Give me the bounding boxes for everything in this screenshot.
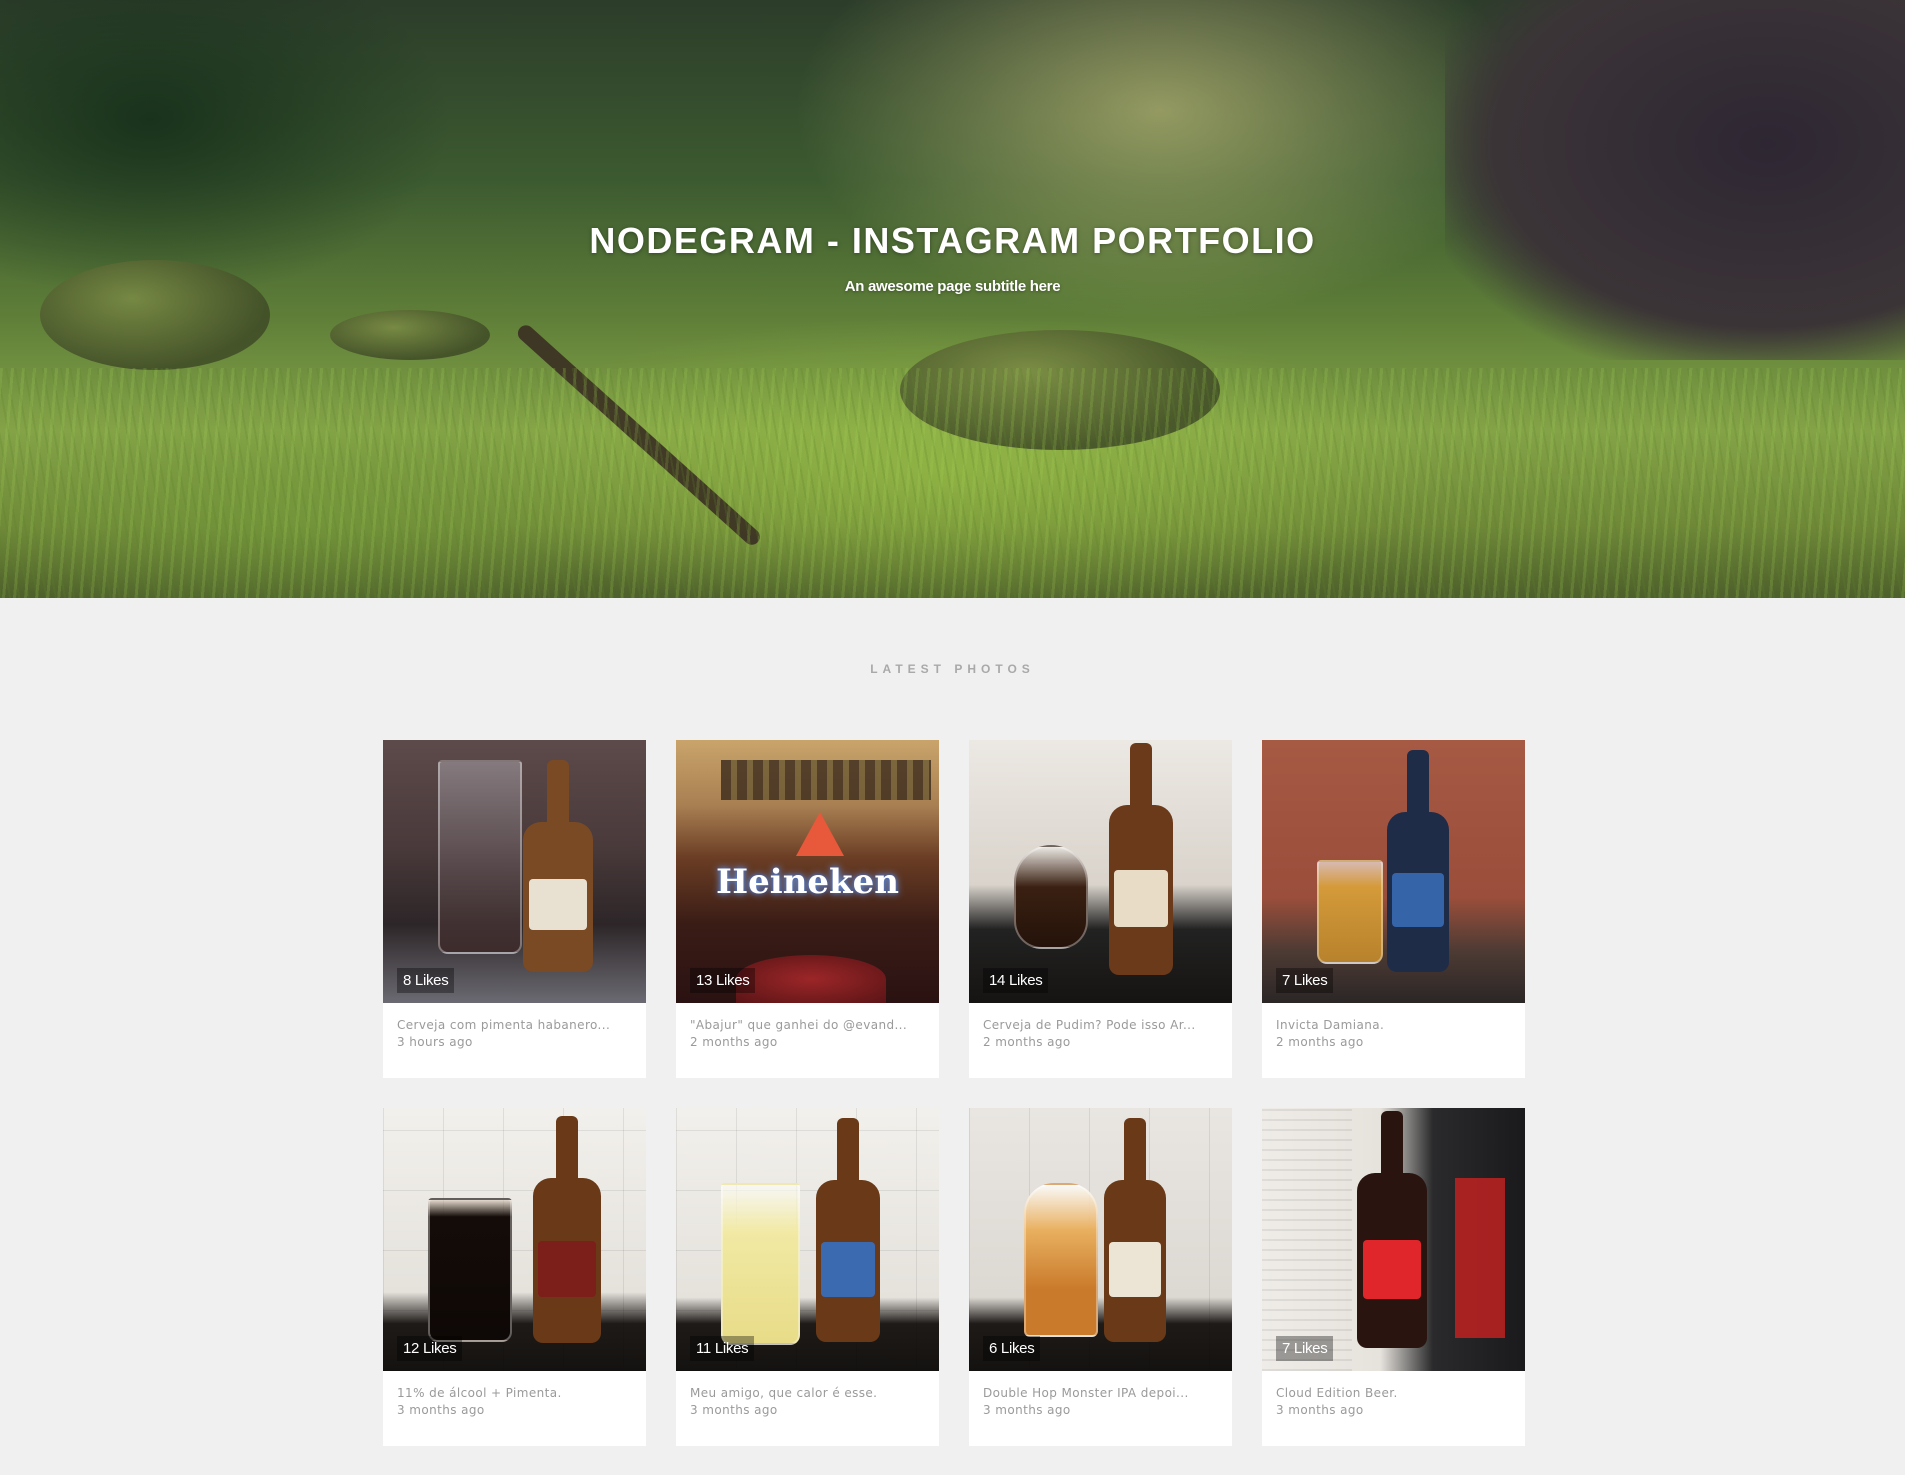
tree-trunk-decoration — [1445, 0, 1905, 360]
photo-timestamp: 3 months ago — [690, 1403, 778, 1417]
photo-caption: Double Hop Monster IPA depoi... — [983, 1386, 1189, 1400]
star-icon — [796, 812, 844, 856]
photo-caption: 11% de álcool + Pimenta. — [397, 1386, 562, 1400]
mossy-rock-decoration — [330, 310, 490, 360]
desk-object — [1455, 1178, 1505, 1338]
photo-timestamp: 3 months ago — [983, 1403, 1071, 1417]
likes-count: 6 Likes — [983, 1336, 1041, 1361]
beer-bottle — [523, 822, 593, 972]
photo-caption: Cloud Edition Beer. — [1276, 1386, 1398, 1400]
photo-grid: 8 Likes Cerveja com pimenta habanero... … — [383, 740, 1525, 1446]
beer-bottle — [816, 1180, 880, 1342]
page-title: NODEGRAM - INSTAGRAM PORTFOLIO — [589, 220, 1316, 261]
neon-sign-text: Heineken — [716, 862, 899, 902]
photo-card[interactable]: 12 Likes 11% de álcool + Pimenta. 3 mont… — [383, 1108, 646, 1446]
photo-caption: Cerveja com pimenta habanero... — [397, 1018, 611, 1032]
photo[interactable]: 7 Likes — [1262, 1108, 1525, 1371]
photo-timestamp: 2 months ago — [983, 1035, 1071, 1049]
beer-glass — [428, 1198, 512, 1342]
photo-timestamp: 2 months ago — [1276, 1035, 1364, 1049]
photo-caption: "Abajur" que ganhei do @evand... — [690, 1018, 908, 1032]
section-heading: LATEST PHOTOS — [870, 662, 1035, 676]
photo-card[interactable]: 7 Likes Cloud Edition Beer. 3 months ago — [1262, 1108, 1525, 1446]
photo-timestamp: 3 months ago — [1276, 1403, 1364, 1417]
hero-banner: NODEGRAM - INSTAGRAM PORTFOLIO An awesom… — [0, 0, 1905, 598]
beer-glass — [438, 760, 522, 954]
grass-decoration — [0, 368, 1905, 598]
beer-glass — [1024, 1183, 1098, 1337]
photo[interactable]: 6 Likes — [969, 1108, 1232, 1371]
photo-caption: Cerveja de Pudim? Pode isso Ar... — [983, 1018, 1196, 1032]
photo-card[interactable]: 11 Likes Meu amigo, que calor é esse. 3 … — [676, 1108, 939, 1446]
photo-card[interactable]: 8 Likes Cerveja com pimenta habanero... … — [383, 740, 646, 1078]
photo[interactable]: 7 Likes — [1262, 740, 1525, 1003]
photo-caption: Meu amigo, que calor é esse. — [690, 1386, 878, 1400]
likes-count: 7 Likes — [1276, 968, 1334, 993]
beer-glass — [1014, 845, 1088, 949]
bar-stools — [736, 955, 886, 1003]
photo[interactable]: 11 Likes — [676, 1108, 939, 1371]
photo-card[interactable]: Heineken 13 Likes "Abajur" que ganhei do… — [676, 740, 939, 1078]
beer-bottle — [1387, 812, 1449, 972]
beer-glass — [721, 1183, 800, 1345]
photo-timestamp: 3 hours ago — [397, 1035, 473, 1049]
likes-count: 14 Likes — [983, 968, 1049, 993]
photo[interactable]: 8 Likes — [383, 740, 646, 1003]
bottle-shelf — [721, 760, 931, 800]
likes-count: 11 Likes — [690, 1336, 755, 1361]
photo-card[interactable]: 14 Likes Cerveja de Pudim? Pode isso Ar.… — [969, 740, 1232, 1078]
likes-count: 13 Likes — [690, 968, 756, 993]
photo-caption: Invicta Damiana. — [1276, 1018, 1385, 1032]
photo-timestamp: 2 months ago — [690, 1035, 778, 1049]
page-subtitle: An awesome page subtitle here — [844, 278, 1061, 295]
likes-count: 12 Likes — [397, 1336, 463, 1361]
photo-card[interactable]: 7 Likes Invicta Damiana. 2 months ago — [1262, 740, 1525, 1078]
photo-card[interactable]: 6 Likes Double Hop Monster IPA depoi... … — [969, 1108, 1232, 1446]
beer-glass — [1317, 860, 1383, 964]
beer-bottle — [533, 1178, 601, 1343]
photo[interactable]: 12 Likes — [383, 1108, 646, 1371]
calendar-decoration — [1262, 1108, 1352, 1371]
likes-count: 8 Likes — [397, 968, 455, 993]
photo[interactable]: Heineken 13 Likes — [676, 740, 939, 1003]
beer-bottle — [1109, 805, 1173, 975]
beer-bottle — [1357, 1173, 1427, 1348]
photo[interactable]: 14 Likes — [969, 740, 1232, 1003]
photo-timestamp: 3 months ago — [397, 1403, 485, 1417]
beer-bottle — [1104, 1180, 1166, 1342]
likes-count: 7 Likes — [1276, 1336, 1334, 1361]
